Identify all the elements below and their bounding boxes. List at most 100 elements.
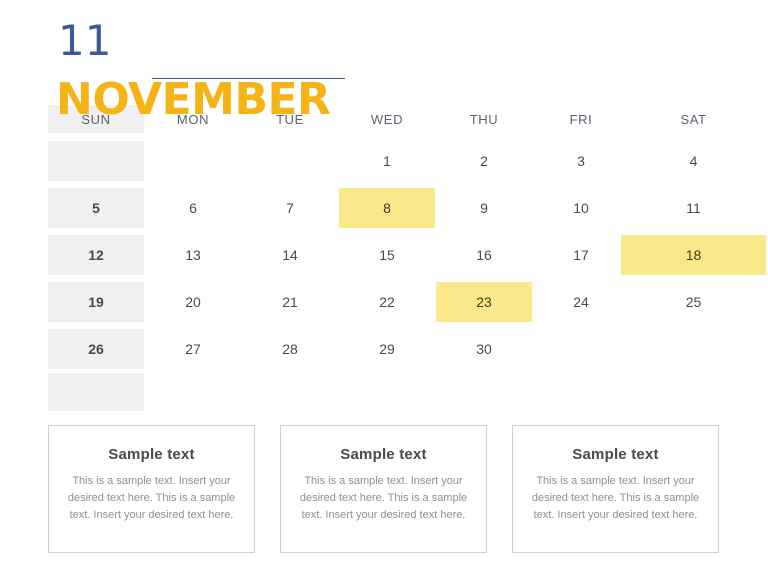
calendar-day-13[interactable]: 13 bbox=[145, 235, 241, 275]
calendar-day-empty bbox=[145, 141, 241, 181]
weekday-label: THU bbox=[469, 111, 499, 127]
calendar-day-9[interactable]: 9 bbox=[436, 188, 532, 228]
day-number-label: 17 bbox=[573, 247, 589, 263]
calendar-day-6[interactable]: 6 bbox=[145, 188, 241, 228]
calendar-day-24[interactable]: 24 bbox=[533, 282, 629, 322]
calendar-day-12[interactable]: 12 bbox=[48, 235, 144, 275]
day-number-label: 4 bbox=[689, 153, 698, 169]
calendar-week-row: 1 2 3 4 bbox=[48, 141, 718, 181]
month-name-title: NOVEMBER bbox=[56, 74, 331, 125]
day-number-label: 27 bbox=[185, 341, 201, 357]
calendar-day-26[interactable]: 26 bbox=[48, 329, 144, 369]
day-number-label: 25 bbox=[685, 294, 702, 310]
calendar-day-empty bbox=[242, 141, 338, 181]
day-number-label: 8 bbox=[383, 200, 391, 216]
day-number-label: 15 bbox=[379, 247, 395, 263]
day-number-label: 18 bbox=[685, 247, 702, 263]
day-number-label: 14 bbox=[282, 247, 298, 263]
calendar-week-row: 12 13 14 15 16 17 18 bbox=[48, 235, 766, 275]
day-number-label: 3 bbox=[577, 153, 585, 169]
note-cards-row: Sample text This is a sample text. Insert… bbox=[48, 425, 719, 554]
day-number-label: 13 bbox=[185, 247, 201, 263]
calendar-day-18[interactable]: 18 bbox=[621, 235, 766, 275]
calendar-day-25[interactable]: 25 bbox=[621, 282, 766, 322]
day-number-label: 23 bbox=[476, 294, 492, 310]
calendar-day-14[interactable]: 14 bbox=[242, 235, 338, 275]
day-number-label: 5 bbox=[92, 200, 100, 216]
day-number-label: 2 bbox=[480, 153, 488, 169]
calendar-day-19[interactable]: 19 bbox=[48, 282, 144, 322]
calendar-day-empty bbox=[621, 329, 766, 369]
calendar-day-2[interactable]: 2 bbox=[436, 141, 532, 181]
day-number-label: 12 bbox=[88, 247, 104, 263]
calendar-week-row: 5 6 7 8 9 10 11 bbox=[48, 188, 718, 228]
day-number-label: 21 bbox=[282, 294, 298, 310]
calendar-week-row bbox=[48, 373, 718, 411]
calendar-day-22[interactable]: 22 bbox=[339, 282, 435, 322]
note-card[interactable]: Sample text This is a sample text. Insert… bbox=[48, 425, 255, 553]
weekday-header-sat: SAT bbox=[621, 105, 766, 133]
weekday-header-wed: WED bbox=[339, 105, 435, 133]
day-number-label: 9 bbox=[480, 200, 488, 216]
day-number-label: 24 bbox=[573, 294, 589, 310]
weekday-header-thu: THU bbox=[436, 105, 532, 133]
weekday-label: WED bbox=[370, 111, 404, 127]
note-card-body: This is a sample text. Insert your desir… bbox=[67, 475, 236, 522]
note-card-title: Sample text bbox=[572, 446, 659, 463]
calendar-day-27[interactable]: 27 bbox=[145, 329, 241, 369]
note-card-title: Sample text bbox=[340, 446, 427, 463]
calendar-day-empty bbox=[145, 373, 241, 411]
calendar-day-5[interactable]: 5 bbox=[48, 188, 144, 228]
day-number-label: 28 bbox=[282, 341, 298, 357]
calendar-grid: SUN MON TUE WED THU FRI SAT 1 2 3 4 5 6 7 8 9 10 11 12 13 14… bbox=[48, 100, 766, 412]
note-card-body: This is a sample text. Insert your desir… bbox=[299, 475, 468, 522]
day-number-label: 20 bbox=[185, 294, 201, 310]
day-number-label: 29 bbox=[379, 341, 395, 357]
calendar-day-30[interactable]: 30 bbox=[436, 329, 532, 369]
calendar-day-23[interactable]: 23 bbox=[436, 282, 532, 322]
calendar-day-28[interactable]: 28 bbox=[242, 329, 338, 369]
calendar-day-16[interactable]: 16 bbox=[436, 235, 532, 275]
weekday-label: FRI bbox=[569, 111, 593, 127]
calendar-day-empty bbox=[242, 373, 338, 411]
calendar-day-empty bbox=[621, 373, 766, 411]
weekday-label: SAT bbox=[680, 111, 707, 127]
calendar-day-21[interactable]: 21 bbox=[242, 282, 338, 322]
calendar-day-empty bbox=[48, 373, 144, 411]
calendar-day-15[interactable]: 15 bbox=[339, 235, 435, 275]
day-number-label: 6 bbox=[189, 200, 197, 216]
calendar-week-row: 19 20 21 22 23 24 25 bbox=[48, 282, 718, 322]
calendar-day-11[interactable]: 11 bbox=[621, 188, 766, 228]
note-card-body: This is a sample text. Insert your desir… bbox=[531, 475, 700, 522]
calendar-day-29[interactable]: 29 bbox=[339, 329, 435, 369]
calendar-day-8[interactable]: 8 bbox=[339, 188, 435, 228]
calendar-day-10[interactable]: 10 bbox=[533, 188, 629, 228]
calendar-day-empty bbox=[436, 373, 532, 411]
month-number: 11 bbox=[58, 16, 112, 65]
calendar-week-row: 26 27 28 29 30 bbox=[48, 329, 718, 369]
day-number-label: 26 bbox=[88, 341, 104, 357]
day-number-label: 22 bbox=[379, 294, 395, 310]
note-card-title: Sample text bbox=[108, 446, 195, 463]
weekday-header-fri: FRI bbox=[533, 105, 629, 133]
day-number-label: 11 bbox=[686, 200, 701, 216]
calendar-day-4[interactable]: 4 bbox=[621, 141, 766, 181]
calendar-day-20[interactable]: 20 bbox=[145, 282, 241, 322]
note-card[interactable]: Sample text This is a sample text. Insert… bbox=[280, 425, 487, 553]
calendar-day-empty bbox=[339, 373, 435, 411]
day-highlight-marker bbox=[621, 235, 717, 275]
calendar-day-1[interactable]: 1 bbox=[339, 141, 435, 181]
day-number-label: 10 bbox=[573, 200, 589, 216]
note-card[interactable]: Sample text This is a sample text. Insert… bbox=[512, 425, 719, 553]
calendar-day-empty bbox=[48, 141, 144, 181]
calendar-day-17[interactable]: 17 bbox=[533, 235, 629, 275]
calendar-day-3[interactable]: 3 bbox=[533, 141, 629, 181]
day-number-label: 16 bbox=[476, 247, 492, 263]
calendar-day-7[interactable]: 7 bbox=[242, 188, 338, 228]
slide-canvas: 11 NOVEMBER SUN MON TUE WED THU FRI SAT 1 2 3 4 5 6 7… bbox=[0, 0, 768, 576]
day-number-label: 7 bbox=[286, 200, 294, 216]
calendar-day-empty bbox=[533, 329, 629, 369]
calendar-day-empty bbox=[533, 373, 629, 411]
day-number-label: 1 bbox=[383, 153, 391, 169]
day-number-label: 30 bbox=[476, 341, 492, 357]
